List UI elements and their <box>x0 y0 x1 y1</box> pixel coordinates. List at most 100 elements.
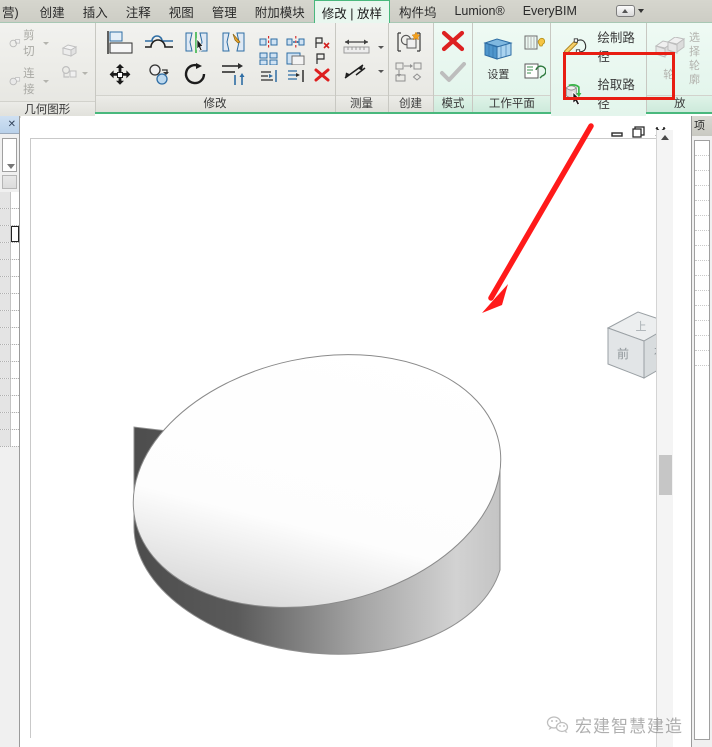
tab-label: 营) <box>2 2 19 21</box>
measure-between-references-button[interactable] <box>341 37 384 57</box>
minimize-icon[interactable] <box>610 126 623 139</box>
pick-path-button[interactable]: 拾取路径 <box>559 72 642 114</box>
mirror-pick-axis-icon[interactable] <box>259 36 279 49</box>
model-canvas[interactable] <box>30 138 664 738</box>
wechat-icon <box>546 715 570 735</box>
property-row[interactable] <box>0 294 19 311</box>
tab-view[interactable]: 视图 <box>160 0 203 22</box>
create-group-button[interactable] <box>393 61 429 88</box>
viewer-icon <box>522 61 546 82</box>
panel-measure-label: 测量 <box>336 95 388 112</box>
delete-icon[interactable] <box>313 68 331 82</box>
trim-extend-button[interactable] <box>219 62 249 88</box>
copy-button[interactable] <box>143 62 175 88</box>
scale-icon[interactable] <box>286 52 306 65</box>
property-row[interactable] <box>0 413 19 430</box>
restore-icon[interactable] <box>632 126 645 139</box>
tab-insert[interactable]: 插入 <box>74 0 117 22</box>
project-browser-title: 项 <box>692 116 712 136</box>
properties-palette-header: ✕ <box>0 116 19 134</box>
property-row[interactable] <box>0 345 19 362</box>
measure-along-element-button[interactable] <box>341 61 384 81</box>
split-with-gap-button[interactable] <box>219 30 249 56</box>
finish-check-icon <box>438 62 468 84</box>
trim-multiple-icon[interactable] <box>286 69 306 82</box>
set-work-plane-label: 设置 <box>487 66 509 82</box>
property-row[interactable] <box>0 277 19 294</box>
ribbon-options-dropdown[interactable] <box>608 0 652 22</box>
select-profile-button[interactable]: 选择 轮廓 <box>689 31 708 87</box>
move-button[interactable] <box>104 62 136 88</box>
load-profile-button[interactable]: 轮 <box>651 37 686 82</box>
draw-path-button[interactable]: 绘制路径 <box>559 25 642 67</box>
property-row[interactable] <box>0 362 19 379</box>
mirror-draw-axis-icon[interactable] <box>286 36 306 49</box>
split-element-button[interactable] <box>182 30 212 56</box>
pin-icon[interactable] <box>313 52 331 65</box>
property-row[interactable] <box>0 209 19 226</box>
array-icon[interactable] <box>259 52 279 65</box>
panel-modify: 修改 <box>96 23 336 112</box>
join-icon <box>9 74 21 89</box>
scroll-up-button[interactable] <box>657 130 673 145</box>
property-row[interactable] <box>0 260 19 277</box>
viewer-button[interactable] <box>522 61 546 87</box>
chevron-down-icon <box>7 164 15 169</box>
chevron-down-icon <box>43 42 49 45</box>
chevron-down-icon <box>82 72 88 75</box>
tab-annotate[interactable]: 注释 <box>117 0 160 22</box>
property-row[interactable] <box>0 379 19 396</box>
project-browser-sliver[interactable]: 项 <box>691 116 712 747</box>
unpin-icon[interactable] <box>313 36 331 49</box>
cut-button[interactable]: 剪切 <box>6 25 52 61</box>
create-group-icon <box>393 61 429 83</box>
demolish-icon <box>60 43 79 59</box>
property-row[interactable] <box>0 226 19 243</box>
tab-lumion[interactable]: Lumion® <box>445 0 513 22</box>
rotate-button[interactable] <box>182 62 212 88</box>
create-similar-icon <box>393 31 429 53</box>
offset-button[interactable] <box>143 30 175 56</box>
rotate-icon <box>182 62 212 88</box>
align-button[interactable] <box>104 30 136 56</box>
view-vertical-scrollbar[interactable] <box>656 130 673 747</box>
show-work-plane-button[interactable] <box>522 32 546 58</box>
property-row[interactable] <box>0 243 19 260</box>
finish-edit-mode-button[interactable] <box>438 62 468 89</box>
property-row[interactable] <box>0 396 19 413</box>
property-row[interactable] <box>0 311 19 328</box>
chevron-down-icon <box>378 70 384 73</box>
tab-everybim[interactable]: EveryBIM <box>514 0 586 22</box>
drawing-view-window: 上 前 右 ✕ − <box>21 116 673 747</box>
panel-work-plane-label: 工作平面 <box>473 95 550 112</box>
edit-type-button[interactable] <box>2 175 17 189</box>
create-similar-button[interactable] <box>393 31 429 58</box>
type-selector-combo[interactable] <box>2 138 17 172</box>
switch-join-order-button[interactable] <box>57 63 91 83</box>
panel-work-plane: 设置 <box>473 23 551 112</box>
trim-single-icon[interactable] <box>259 69 279 82</box>
properties-palette-sliver[interactable]: ✕ <box>0 116 20 747</box>
tab-manage-partial[interactable]: 营) <box>0 0 31 22</box>
load-profile-label: 轮 <box>663 66 674 82</box>
tab-modify-sweep[interactable]: 修改 | 放样 <box>314 0 390 23</box>
join-button[interactable]: 连接 <box>6 63 52 99</box>
project-browser-tree[interactable] <box>694 140 710 740</box>
ribbon-panels: 剪切 连接 <box>0 23 712 114</box>
chevron-down-icon <box>378 46 384 49</box>
tab-manage[interactable]: 管理 <box>203 0 246 22</box>
tab-component-dock[interactable]: 构件坞 <box>390 0 446 22</box>
scrollbar-thumb[interactable] <box>659 455 672 495</box>
property-row[interactable] <box>0 328 19 345</box>
property-row[interactable] <box>0 430 19 447</box>
measure-along-icon <box>341 61 374 81</box>
tab-create[interactable]: 创建 <box>31 0 74 22</box>
property-row[interactable] <box>0 192 19 209</box>
demolish-button[interactable] <box>57 41 91 61</box>
chevron-down-icon <box>43 80 49 83</box>
cancel-edit-mode-button[interactable] <box>438 29 468 60</box>
tab-addins[interactable]: 附加模块 <box>246 0 314 22</box>
set-work-plane-button[interactable]: 设置 <box>476 37 520 82</box>
panel-sweep: 轮 选择 轮廓 放 <box>647 23 712 112</box>
close-icon[interactable]: ✕ <box>8 119 16 130</box>
